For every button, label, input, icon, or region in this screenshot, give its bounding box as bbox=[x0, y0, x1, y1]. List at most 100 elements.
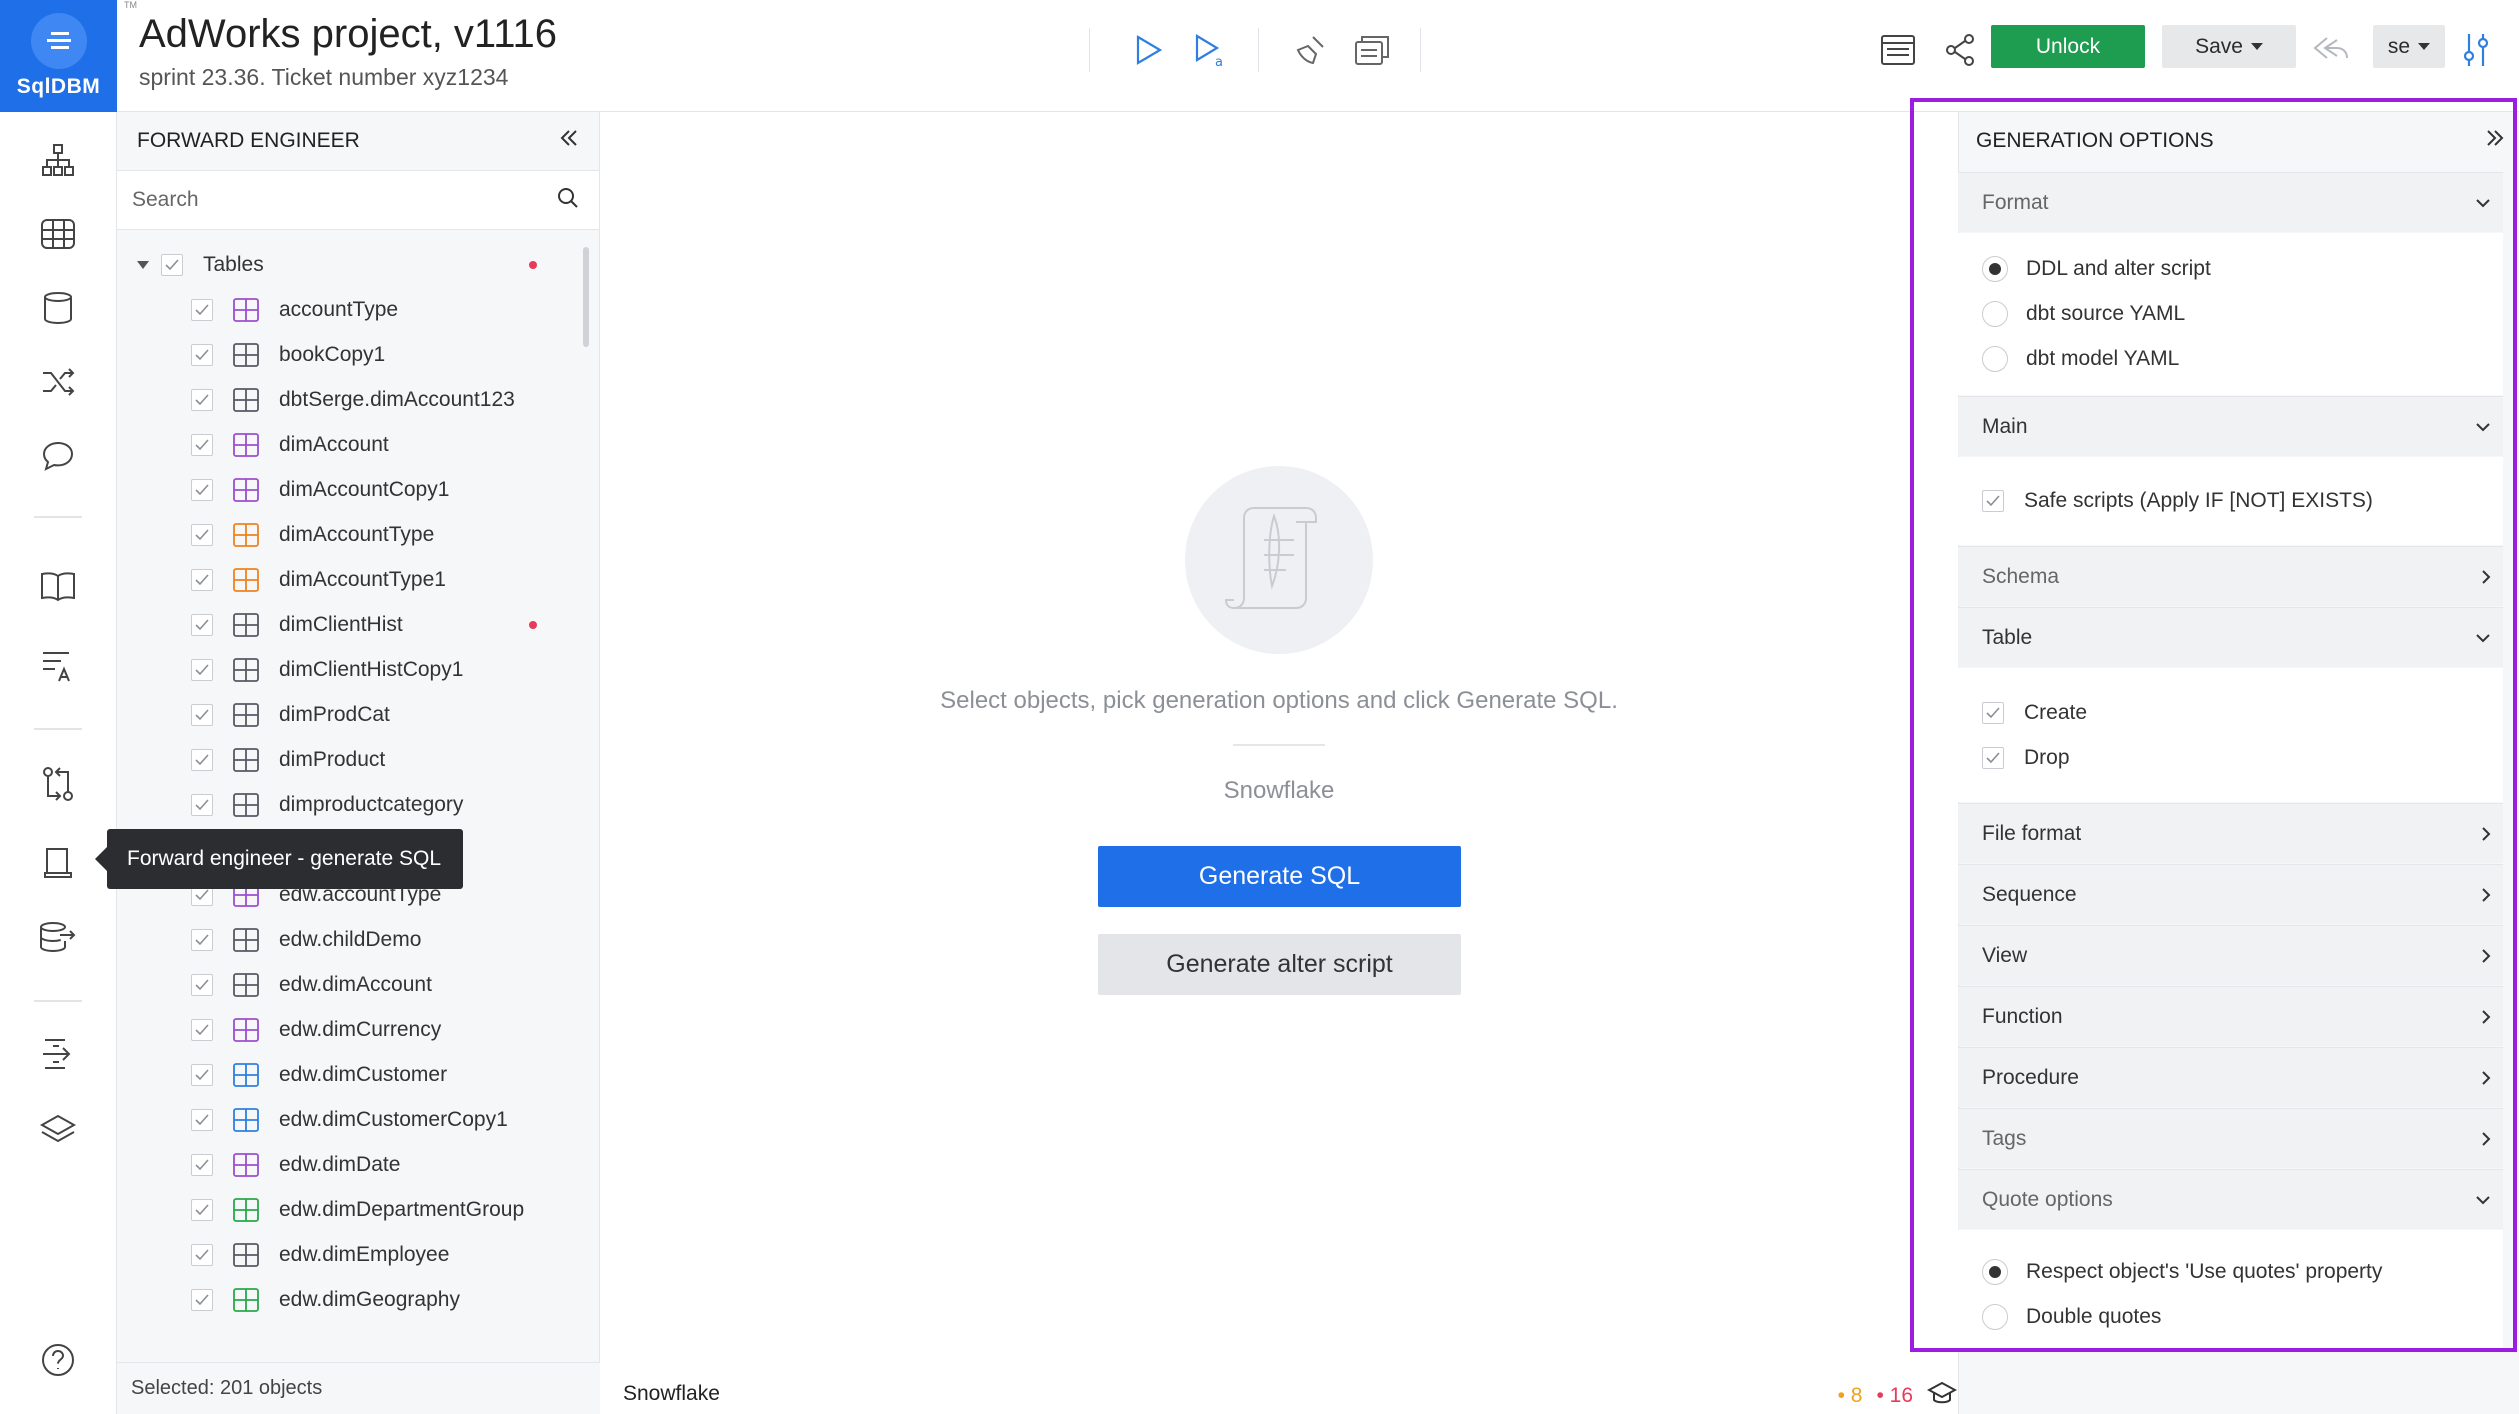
checkbox[interactable] bbox=[191, 703, 213, 726]
tables-icon[interactable] bbox=[32, 208, 84, 260]
table-row[interactable]: dimAccountCopy1 bbox=[117, 467, 587, 512]
section-view[interactable]: View bbox=[1958, 925, 2503, 985]
compare-icon[interactable] bbox=[32, 758, 84, 810]
collapse-right-icon[interactable] bbox=[2485, 129, 2505, 153]
checkbox[interactable] bbox=[191, 973, 213, 996]
help-icon[interactable] bbox=[32, 1334, 84, 1386]
logo[interactable]: SqlDBM bbox=[0, 0, 117, 112]
checkbox[interactable] bbox=[191, 1018, 213, 1041]
section-function[interactable]: Function bbox=[1958, 986, 2503, 1046]
generate-alter-script-button[interactable]: Generate alter script bbox=[1098, 934, 1461, 995]
tree-root-tables[interactable]: Tables bbox=[117, 242, 587, 287]
checkbox[interactable] bbox=[191, 658, 213, 681]
section-schema[interactable]: Schema bbox=[1958, 546, 2503, 606]
checkbox[interactable] bbox=[191, 568, 213, 591]
checkbox[interactable] bbox=[191, 1108, 213, 1131]
checkbox[interactable] bbox=[191, 433, 213, 456]
table-row[interactable]: dimClientHistCopy1 bbox=[117, 647, 587, 692]
error-counter[interactable]: • 16 bbox=[1876, 1384, 1913, 1408]
radio-button[interactable] bbox=[1982, 345, 2008, 372]
table-row[interactable]: dimProdCat bbox=[117, 692, 587, 737]
radio-button[interactable] bbox=[1982, 300, 2008, 327]
table-row[interactable]: edw.dimDepartmentGroup bbox=[117, 1187, 587, 1232]
checkbox[interactable] bbox=[191, 298, 213, 321]
table-row[interactable]: edw.dimCustomer bbox=[117, 1052, 587, 1097]
generate-sql-button[interactable]: Generate SQL bbox=[1098, 846, 1461, 907]
option-respect-quotes[interactable]: Respect object's 'Use quotes' property bbox=[1958, 1249, 2503, 1294]
table-row[interactable]: edw.dimDate bbox=[117, 1142, 587, 1187]
radio-button[interactable] bbox=[1982, 1258, 2008, 1285]
checkbox[interactable] bbox=[191, 793, 213, 816]
collapse-left-icon[interactable] bbox=[559, 129, 579, 153]
table-row[interactable]: edw.dimCustomerCopy1 bbox=[117, 1097, 587, 1142]
table-row[interactable]: accountType bbox=[117, 287, 587, 332]
share-icon[interactable] bbox=[1934, 24, 1986, 76]
checkbox[interactable] bbox=[191, 1243, 213, 1266]
import-icon[interactable] bbox=[32, 1028, 84, 1080]
table-row[interactable]: edw.dimGeography bbox=[117, 1277, 587, 1322]
table-row[interactable]: dimproductcategory bbox=[117, 782, 587, 827]
forward-engineer-icon[interactable] bbox=[32, 836, 84, 888]
checkbox[interactable] bbox=[191, 343, 213, 366]
table-row[interactable]: edw.dimCurrency bbox=[117, 1007, 587, 1052]
table-row[interactable]: edw.dimAccount bbox=[117, 962, 587, 1007]
checkbox[interactable] bbox=[191, 613, 213, 636]
checkbox[interactable] bbox=[191, 388, 213, 411]
checkbox[interactable] bbox=[1982, 746, 2004, 769]
database-icon[interactable] bbox=[32, 282, 84, 334]
checkbox[interactable] bbox=[191, 478, 213, 501]
section-file-format[interactable]: File format bbox=[1958, 803, 2503, 863]
run-icon[interactable] bbox=[1122, 24, 1174, 76]
section-main[interactable]: Main bbox=[1958, 396, 2503, 456]
table-row[interactable]: edw.dimEmployee bbox=[117, 1232, 587, 1277]
unlock-button[interactable]: Unlock bbox=[1991, 25, 2145, 68]
section-tags[interactable]: Tags bbox=[1958, 1108, 2503, 1168]
checkbox[interactable] bbox=[191, 748, 213, 771]
run-alter-icon[interactable]: a bbox=[1184, 24, 1236, 76]
copy-icon[interactable] bbox=[1346, 24, 1398, 76]
checkbox[interactable] bbox=[161, 253, 183, 276]
checkbox[interactable] bbox=[191, 928, 213, 951]
clear-icon[interactable] bbox=[1284, 24, 1336, 76]
undo-icon[interactable] bbox=[2305, 24, 2357, 76]
section-table[interactable]: Table bbox=[1958, 607, 2503, 667]
reverse-engineer-icon[interactable] bbox=[32, 912, 84, 964]
comment-icon[interactable] bbox=[32, 430, 84, 482]
warning-counter[interactable]: • 8 bbox=[1838, 1384, 1863, 1408]
naming-icon[interactable] bbox=[32, 640, 84, 692]
expand-arrow-icon[interactable] bbox=[137, 260, 149, 269]
checkbox[interactable] bbox=[191, 1153, 213, 1176]
diagram-icon[interactable] bbox=[32, 134, 84, 186]
notes-icon[interactable] bbox=[1872, 24, 1924, 76]
section-format[interactable]: Format bbox=[1958, 172, 2503, 232]
graduation-cap-icon[interactable] bbox=[1926, 1380, 1958, 1412]
table-row[interactable]: dimClientHist bbox=[117, 602, 587, 647]
radio-button[interactable] bbox=[1982, 1303, 2008, 1330]
section-sequence[interactable]: Sequence bbox=[1958, 864, 2503, 924]
tree-scrollbar[interactable] bbox=[583, 247, 589, 347]
layers-icon[interactable] bbox=[32, 1104, 84, 1156]
option-safe-scripts[interactable]: Safe scripts (Apply IF [NOT] EXISTS) bbox=[1958, 478, 2503, 523]
checkbox[interactable] bbox=[1982, 489, 2004, 512]
format-option-dbt-model[interactable]: dbt model YAML bbox=[1958, 336, 2503, 381]
table-row[interactable]: dbtSerge.dimAccount123 bbox=[117, 377, 587, 422]
table-row[interactable]: bookCopy1 bbox=[117, 332, 587, 377]
checkbox[interactable] bbox=[191, 523, 213, 546]
shuffle-icon[interactable] bbox=[32, 356, 84, 408]
table-row[interactable]: dimProduct bbox=[117, 737, 587, 782]
section-quote-options[interactable]: Quote options bbox=[1958, 1169, 2503, 1229]
checkbox[interactable] bbox=[191, 1288, 213, 1311]
section-procedure[interactable]: Procedure bbox=[1958, 1047, 2503, 1107]
format-option-ddl[interactable]: DDL and alter script bbox=[1958, 246, 2503, 291]
option-drop[interactable]: Drop bbox=[1958, 735, 2503, 780]
user-menu-button[interactable]: se bbox=[2373, 25, 2445, 68]
table-row[interactable]: dimAccountType1 bbox=[117, 557, 587, 602]
table-row[interactable]: dimAccountType bbox=[117, 512, 587, 557]
table-row[interactable]: dimAccount bbox=[117, 422, 587, 467]
book-icon[interactable] bbox=[32, 560, 84, 612]
search-input[interactable] bbox=[132, 188, 492, 212]
radio-button[interactable] bbox=[1982, 255, 2008, 282]
search-icon[interactable] bbox=[557, 187, 579, 214]
checkbox[interactable] bbox=[191, 1198, 213, 1221]
save-button[interactable]: Save bbox=[2162, 25, 2296, 68]
